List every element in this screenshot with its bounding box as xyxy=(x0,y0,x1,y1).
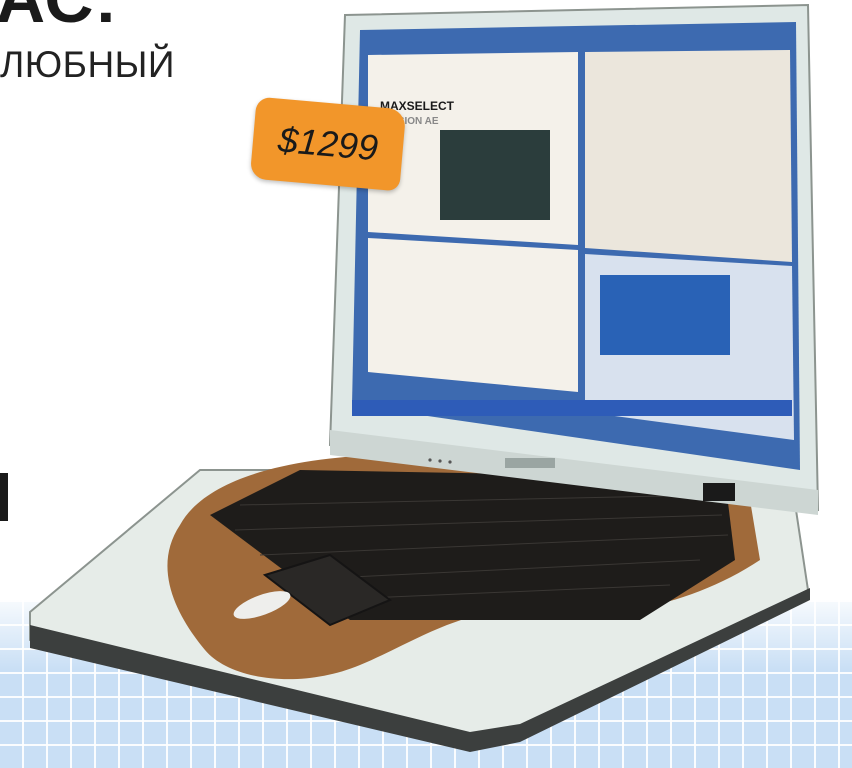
price-tag: $1299 xyxy=(249,96,407,192)
laptop-illustration: MAXSELECT MISSION AE xyxy=(29,3,820,752)
status-led xyxy=(438,459,442,463)
screen-window-right-top xyxy=(585,50,792,262)
status-led xyxy=(448,460,452,464)
price-label: $1299 xyxy=(276,118,380,169)
screen-image-laptop xyxy=(440,130,550,220)
status-led xyxy=(428,458,432,462)
screen-image-blue xyxy=(600,275,730,355)
hinge-latch xyxy=(505,458,555,468)
brand-badge xyxy=(703,483,735,501)
screen-window-left-bottom xyxy=(368,238,578,392)
screen-taskbar xyxy=(352,400,792,416)
